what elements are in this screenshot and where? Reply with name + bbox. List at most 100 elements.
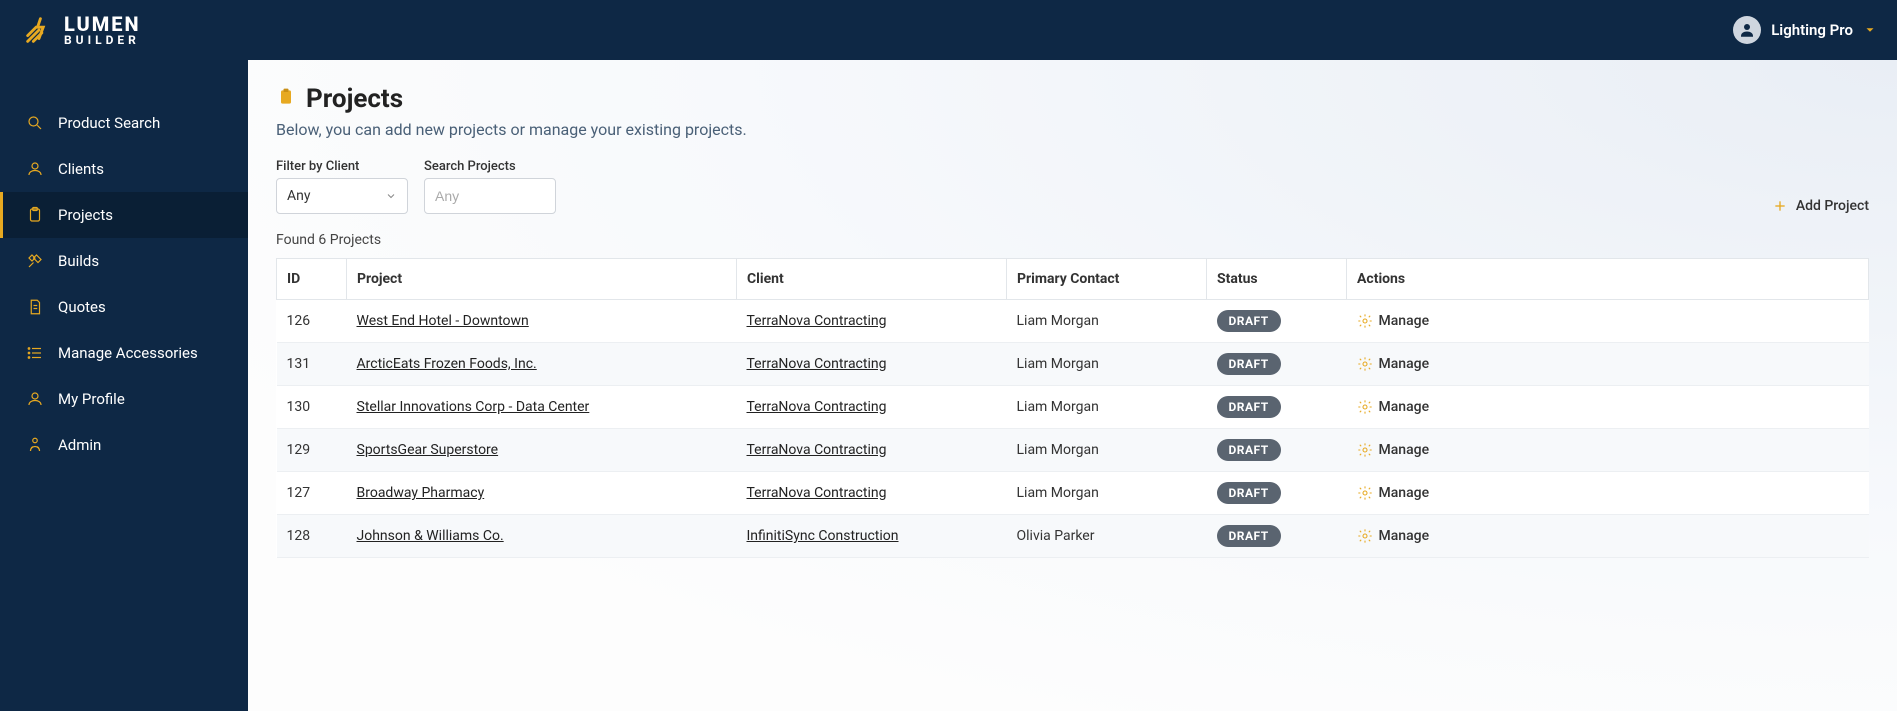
project-link[interactable]: West End Hotel - Downtown — [357, 313, 529, 329]
gear-icon — [1357, 485, 1373, 501]
user-name: Lighting Pro — [1771, 21, 1853, 39]
cell-actions: Manage — [1347, 386, 1869, 429]
cell-status: DRAFT — [1207, 386, 1347, 429]
cell-project: ArcticEats Frozen Foods, Inc. — [347, 343, 737, 386]
cell-actions: Manage — [1347, 300, 1869, 343]
cell-contact: Olivia Parker — [1007, 515, 1207, 558]
table-row: 130 Stellar Innovations Corp - Data Cent… — [277, 386, 1869, 429]
chevron-down-icon — [385, 190, 397, 202]
cell-actions: Manage — [1347, 472, 1869, 515]
list-icon — [26, 344, 44, 362]
add-project-button[interactable]: Add Project — [1772, 198, 1869, 214]
manage-button[interactable]: Manage — [1357, 528, 1859, 544]
cell-id: 129 — [277, 429, 347, 472]
status-badge: DRAFT — [1217, 396, 1281, 418]
user-icon — [26, 160, 44, 178]
sidebar-item-builds[interactable]: Builds — [0, 238, 248, 284]
cell-status: DRAFT — [1207, 300, 1347, 343]
plus-icon — [1772, 198, 1788, 214]
cell-id: 126 — [277, 300, 347, 343]
client-link[interactable]: InfinitiSync Construction — [747, 528, 899, 544]
cell-client: TerraNova Contracting — [737, 386, 1007, 429]
chevron-down-icon — [1863, 23, 1877, 37]
sidebar-item-label: Admin — [58, 436, 101, 454]
sidebar-item-manage-accessories[interactable]: Manage Accessories — [0, 330, 248, 376]
header-contact: Primary Contact — [1007, 259, 1207, 300]
sidebar-item-quotes[interactable]: Quotes — [0, 284, 248, 330]
sidebar-item-admin[interactable]: Admin — [0, 422, 248, 468]
gear-icon — [1357, 442, 1373, 458]
header-id: ID — [277, 259, 347, 300]
table-row: 128 Johnson & Williams Co. InfinitiSync … — [277, 515, 1869, 558]
cell-id: 128 — [277, 515, 347, 558]
cell-id: 130 — [277, 386, 347, 429]
user-menu[interactable]: Lighting Pro — [1733, 16, 1877, 44]
sidebar-item-label: Quotes — [58, 298, 106, 316]
header-project: Project — [347, 259, 737, 300]
results-count: Found 6 Projects — [276, 232, 1869, 248]
filters-row: Filter by Client Any Search Projects Add… — [276, 159, 1869, 214]
cell-contact: Liam Morgan — [1007, 300, 1207, 343]
cell-project: SportsGear Superstore — [347, 429, 737, 472]
status-badge: DRAFT — [1217, 439, 1281, 461]
filter-client-select[interactable]: Any — [276, 178, 408, 214]
status-badge: DRAFT — [1217, 482, 1281, 504]
manage-button[interactable]: Manage — [1357, 485, 1859, 501]
cell-actions: Manage — [1347, 515, 1869, 558]
tools-icon — [26, 252, 44, 270]
cell-client: TerraNova Contracting — [737, 472, 1007, 515]
client-link[interactable]: TerraNova Contracting — [747, 313, 887, 329]
sidebar-item-label: Builds — [58, 252, 99, 270]
page-title: Projects — [306, 84, 403, 114]
sidebar-item-label: Projects — [58, 206, 113, 224]
cell-contact: Liam Morgan — [1007, 472, 1207, 515]
sidebar-item-projects[interactable]: Projects — [0, 192, 248, 238]
avatar — [1733, 16, 1761, 44]
sidebar: Product Search Clients Projects Builds Q… — [0, 60, 248, 711]
manage-button[interactable]: Manage — [1357, 313, 1859, 329]
project-link[interactable]: Stellar Innovations Corp - Data Center — [357, 399, 590, 415]
cell-status: DRAFT — [1207, 515, 1347, 558]
manage-label: Manage — [1379, 442, 1430, 458]
header-actions: Actions — [1347, 259, 1869, 300]
filter-client-value: Any — [287, 188, 311, 204]
cell-project: West End Hotel - Downtown — [347, 300, 737, 343]
search-input[interactable] — [424, 178, 556, 214]
client-link[interactable]: TerraNova Contracting — [747, 442, 887, 458]
add-project-label: Add Project — [1796, 198, 1869, 214]
sidebar-item-product-search[interactable]: Product Search — [0, 100, 248, 146]
cell-client: TerraNova Contracting — [737, 343, 1007, 386]
cell-status: DRAFT — [1207, 429, 1347, 472]
project-link[interactable]: ArcticEats Frozen Foods, Inc. — [357, 356, 537, 372]
manage-button[interactable]: Manage — [1357, 442, 1859, 458]
cell-client: TerraNova Contracting — [737, 429, 1007, 472]
logo-text: LUMEN BUILDER — [64, 14, 141, 46]
client-link[interactable]: TerraNova Contracting — [747, 399, 887, 415]
manage-label: Manage — [1379, 485, 1430, 501]
client-link[interactable]: TerraNova Contracting — [747, 356, 887, 372]
cell-status: DRAFT — [1207, 343, 1347, 386]
filter-client-label: Filter by Client — [276, 159, 408, 174]
sidebar-item-label: Product Search — [58, 114, 160, 132]
gear-icon — [1357, 313, 1373, 329]
project-link[interactable]: Johnson & Williams Co. — [357, 528, 504, 544]
projects-table: ID Project Client Primary Contact Status… — [276, 258, 1869, 558]
table-row: 127 Broadway Pharmacy TerraNova Contract… — [277, 472, 1869, 515]
sidebar-item-clients[interactable]: Clients — [0, 146, 248, 192]
client-link[interactable]: TerraNova Contracting — [747, 485, 887, 501]
sidebar-item-my-profile[interactable]: My Profile — [0, 376, 248, 422]
project-link[interactable]: Broadway Pharmacy — [357, 485, 485, 501]
clipboard-icon — [276, 85, 296, 113]
logo[interactable]: LUMEN BUILDER — [22, 13, 141, 47]
sidebar-item-label: Clients — [58, 160, 104, 178]
manage-button[interactable]: Manage — [1357, 356, 1859, 372]
gear-icon — [1357, 528, 1373, 544]
filter-search-group: Search Projects — [424, 159, 556, 214]
project-link[interactable]: SportsGear Superstore — [357, 442, 499, 458]
manage-button[interactable]: Manage — [1357, 399, 1859, 415]
header-status: Status — [1207, 259, 1347, 300]
profile-icon — [26, 390, 44, 408]
topbar: LUMEN BUILDER Lighting Pro — [0, 0, 1897, 60]
cell-client: TerraNova Contracting — [737, 300, 1007, 343]
status-badge: DRAFT — [1217, 310, 1281, 332]
